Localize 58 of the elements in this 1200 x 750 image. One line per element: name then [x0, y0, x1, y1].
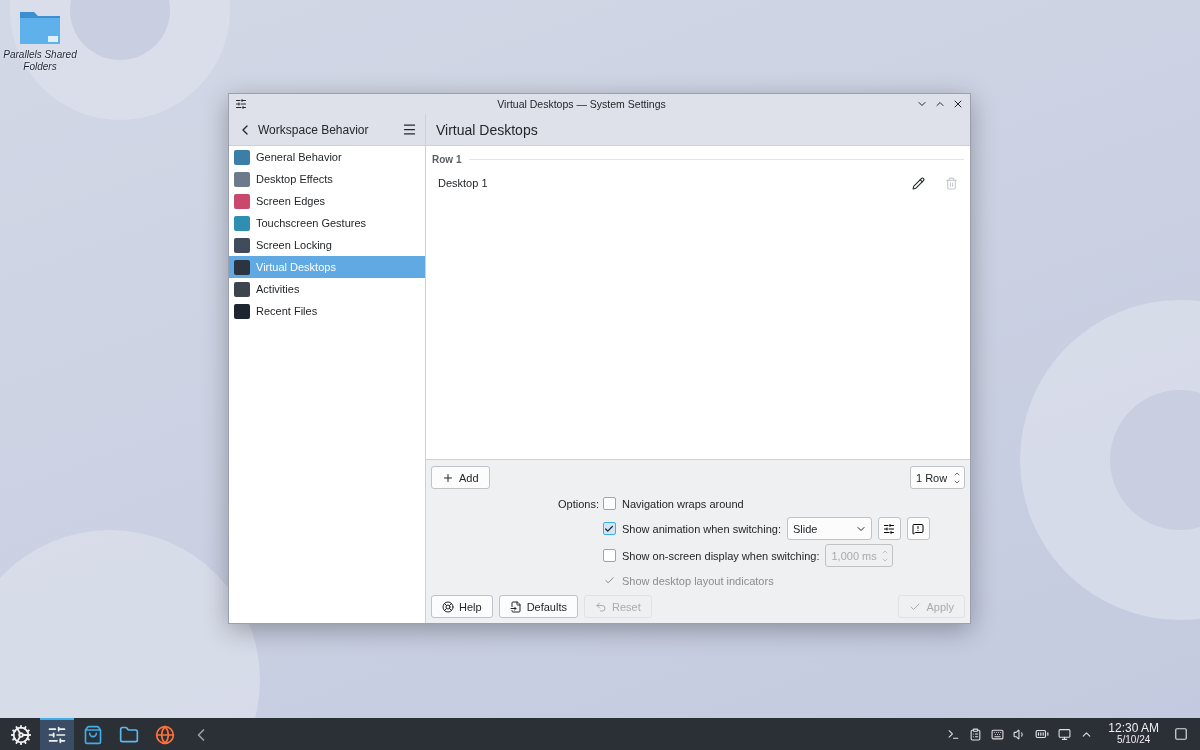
sidebar-item[interactable]: Screen Edges	[229, 190, 425, 212]
speech-bubble-icon	[912, 522, 925, 535]
app-icon	[155, 725, 175, 745]
battery-icon[interactable]	[1035, 727, 1050, 741]
launcher-icon[interactable]	[10, 724, 32, 746]
sliders-icon	[883, 522, 896, 535]
menu-icon[interactable]	[402, 122, 417, 137]
terminal-icon[interactable]	[947, 727, 961, 741]
checkbox-label: Show on-screen display when switching:	[622, 549, 820, 562]
checkbox-label: Show desktop layout indicators	[622, 574, 774, 587]
desktop-icon-label: Parallels Shared Folders	[2, 49, 78, 73]
reset-icon	[595, 600, 607, 613]
options-label: Options:	[557, 497, 599, 510]
category-icon	[234, 237, 250, 253]
category-icon	[234, 215, 250, 231]
sidebar-item[interactable]: Activities	[229, 278, 425, 300]
task-button[interactable]	[40, 718, 74, 750]
category-icon	[234, 281, 250, 297]
app-icon	[47, 725, 67, 745]
network-icon[interactable]	[1058, 727, 1072, 741]
checkbox[interactable]	[603, 549, 616, 562]
app-icon	[83, 725, 103, 745]
sidebar-item[interactable]: Touchscreen Gestures	[229, 212, 425, 234]
animation-dropdown[interactable]: Slide	[786, 517, 872, 540]
category-icon	[234, 259, 250, 275]
configure-button[interactable]	[877, 517, 901, 540]
checkbox-label: Show animation when switching:	[622, 522, 781, 535]
category-icon	[234, 171, 250, 187]
desktop-name: Desktop 1	[438, 177, 489, 189]
sidebar-item[interactable]: Screen Locking	[229, 234, 425, 256]
about-button[interactable]	[906, 517, 930, 540]
row-heading: Row 1	[432, 154, 462, 165]
category-icon	[234, 193, 250, 209]
rows-spinbox[interactable]: 1 Row	[910, 466, 965, 489]
keyboard-icon[interactable]	[991, 727, 1005, 741]
app-icon	[119, 725, 139, 745]
clipboard-icon[interactable]	[969, 727, 983, 741]
sidebar-item[interactable]: Desktop Effects	[229, 168, 425, 190]
show-desktop-icon[interactable]	[1174, 727, 1188, 741]
clock[interactable]: 12:30 AM 5/10/24	[1108, 722, 1159, 746]
checkbox-label: Navigation wraps around	[622, 497, 744, 510]
help-button[interactable]: Help	[431, 595, 493, 618]
defaults-button[interactable]: Defaults	[498, 595, 578, 618]
help-icon	[442, 600, 454, 613]
pencil-icon[interactable]	[912, 176, 925, 190]
defaults-icon	[509, 600, 522, 613]
plus-icon	[442, 471, 454, 484]
add-button[interactable]: Add	[431, 466, 490, 489]
page-title: Virtual Desktops	[436, 121, 538, 138]
close-icon[interactable]	[952, 98, 964, 110]
checkbox[interactable]	[603, 497, 616, 510]
checkbox[interactable]	[603, 522, 616, 535]
category-icon	[234, 303, 250, 319]
sidebar-item[interactable]: General Behavior	[229, 146, 425, 168]
category-icon	[234, 149, 250, 165]
app-icon	[235, 98, 247, 110]
sidebar-item[interactable]: Recent Files	[229, 300, 425, 322]
window-title: Virtual Desktops — System Settings	[496, 98, 667, 110]
